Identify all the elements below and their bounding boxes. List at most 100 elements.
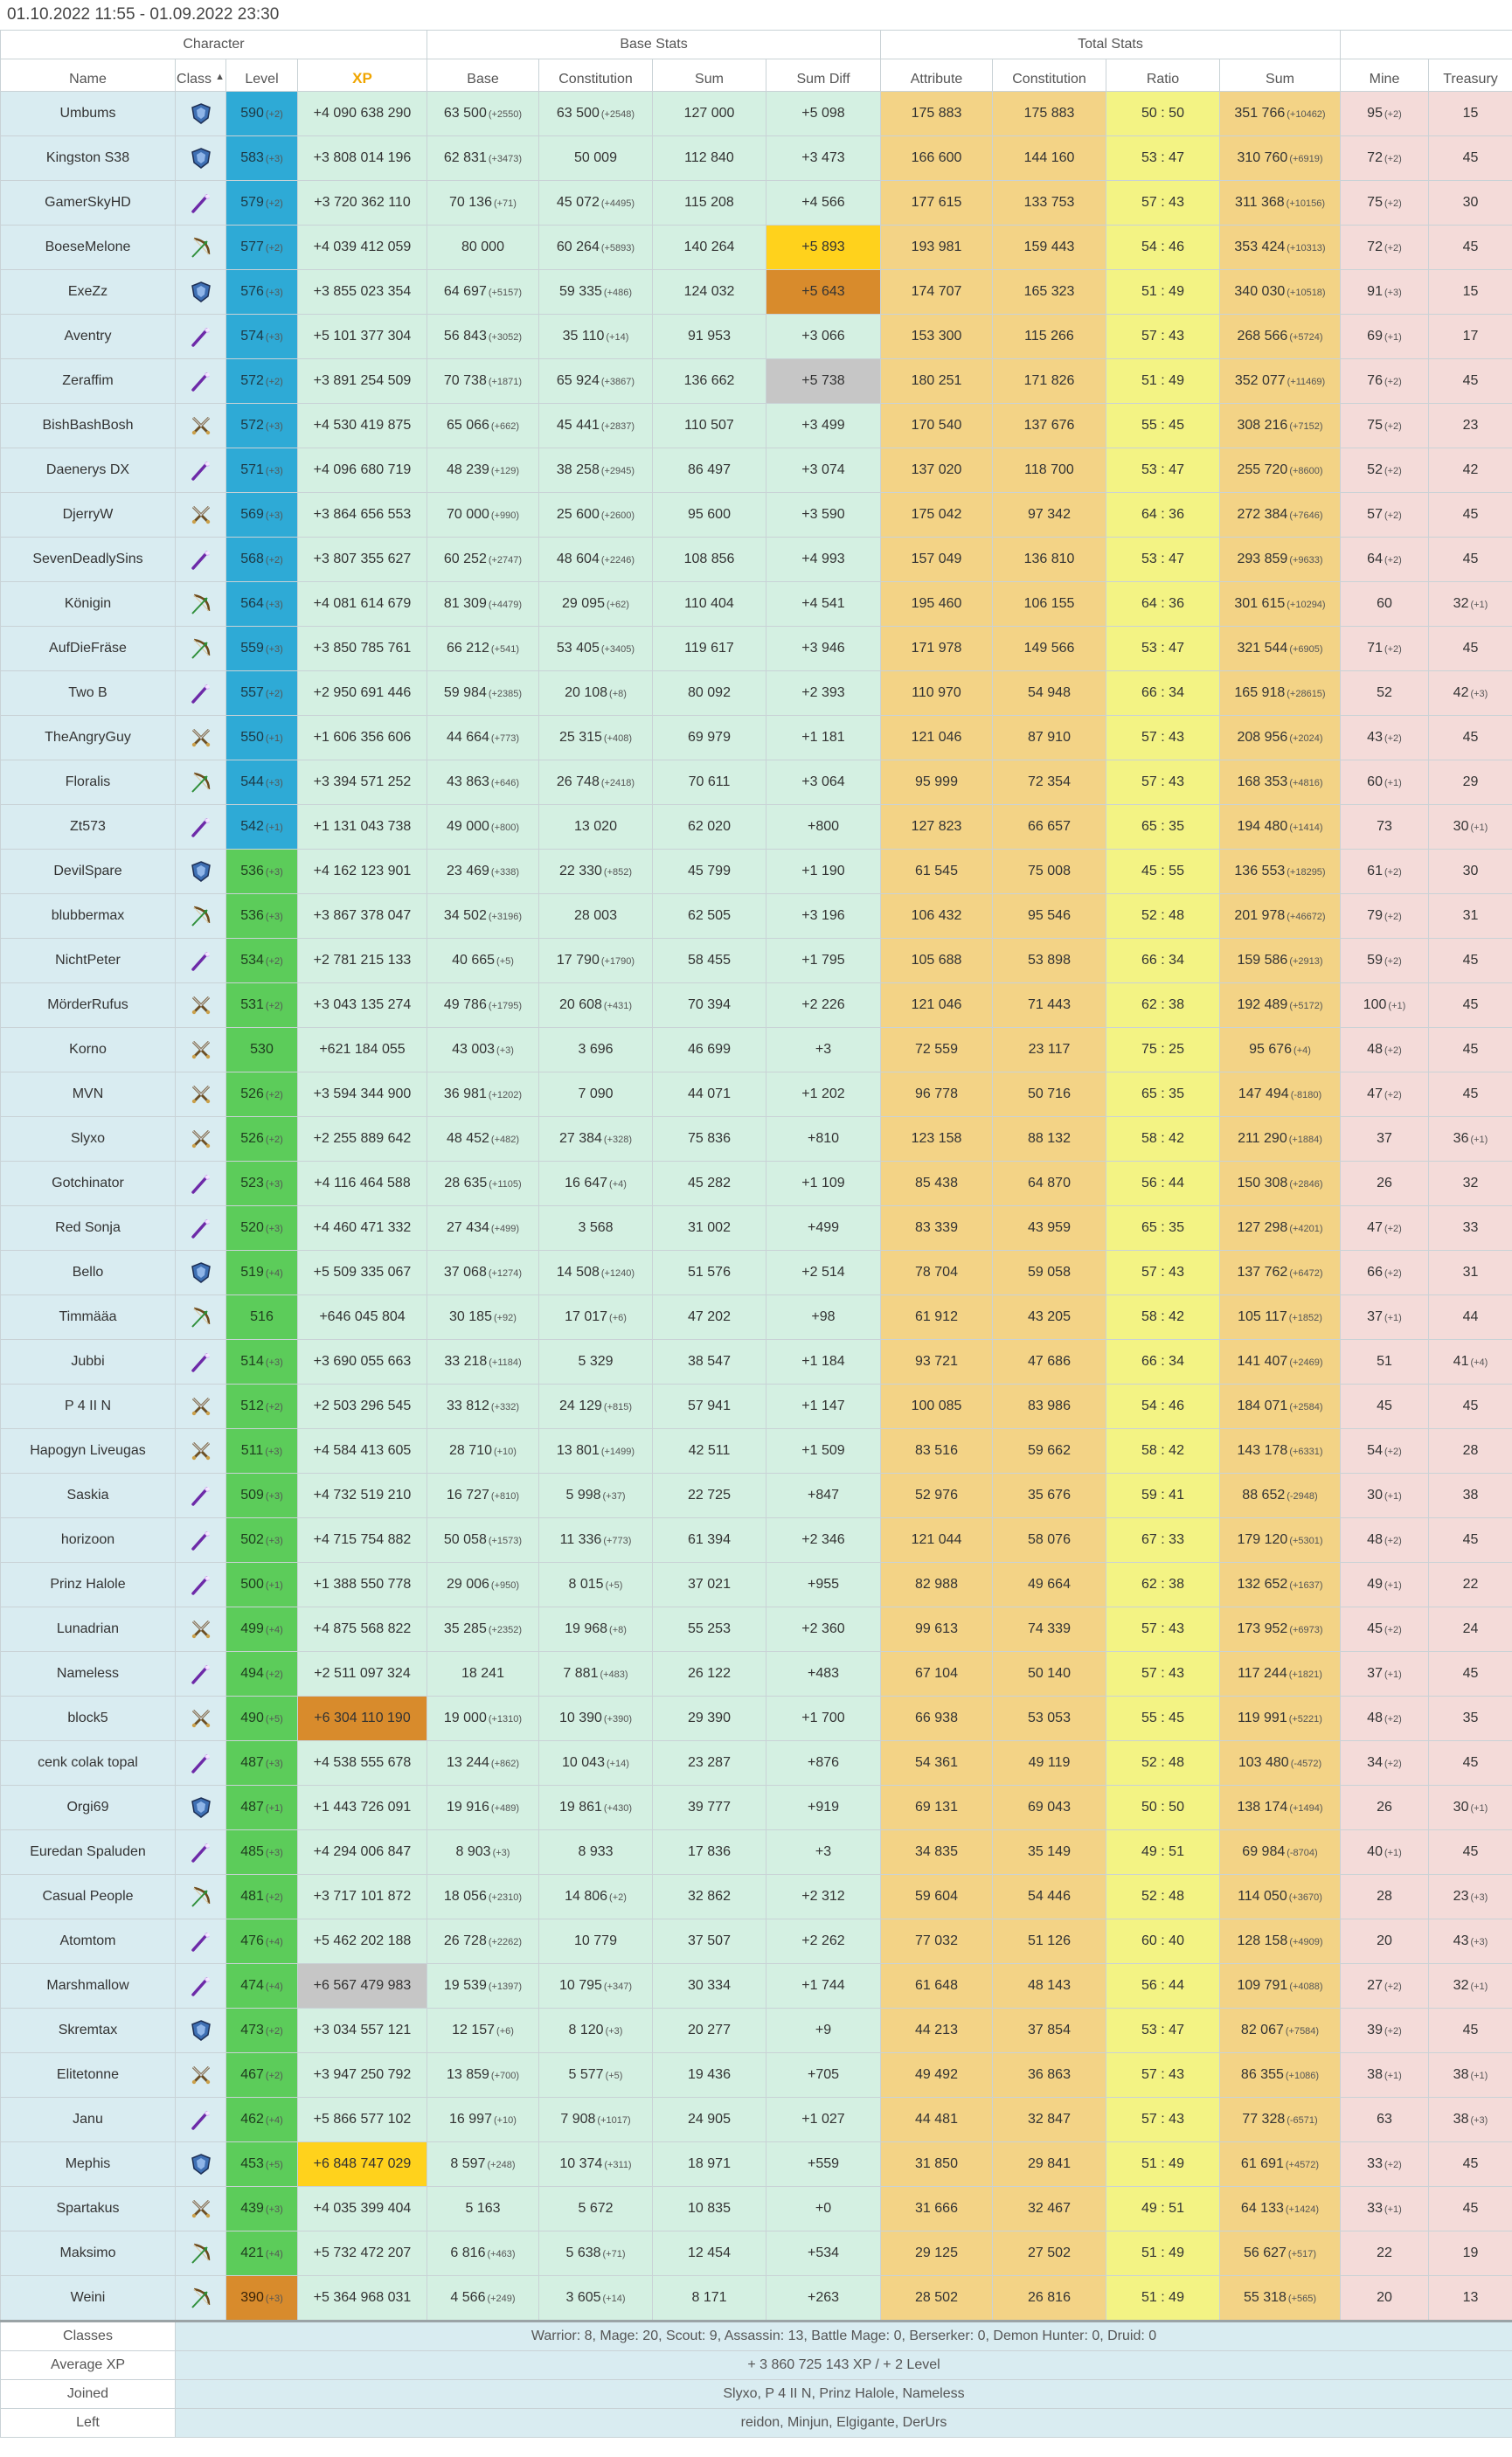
table-row[interactable]: blubbermax 536 (+3) +3 867 378 047 34 502 (+3… xyxy=(0,893,1512,939)
table-row[interactable]: GamerSkyHD 579 (+2) +3 720 362 110 70 136 (+7… xyxy=(0,180,1512,226)
table-row[interactable]: Red Sonja 520 (+3) +4 460 471 332 27 434 (+49… xyxy=(0,1205,1512,1251)
name-cell[interactable]: NichtPeter xyxy=(0,938,176,983)
col-level[interactable]: Level xyxy=(225,59,298,92)
name-cell[interactable]: Elitetonne xyxy=(0,2052,176,2098)
name-cell[interactable]: MVN xyxy=(0,1072,176,1117)
name-cell[interactable]: Saskia xyxy=(0,1473,176,1518)
name-cell[interactable]: BishBashBosh xyxy=(0,403,176,448)
col-sum-diff[interactable]: Sum Diff xyxy=(766,59,881,92)
name-cell[interactable]: Gotchinator xyxy=(0,1161,176,1206)
table-row[interactable]: Nameless 494 (+2) +2 511 097 324 18 241 7 881… xyxy=(0,1651,1512,1697)
table-row[interactable]: DjerryW 569 (+3) +3 864 656 553 70 000 (+990)… xyxy=(0,492,1512,538)
table-row[interactable]: Timmääa 516 +646 045 804 30 185 (+92) 17 017(… xyxy=(0,1294,1512,1340)
name-cell[interactable]: Prinz Halole xyxy=(0,1562,176,1607)
col-class[interactable]: Class ▲ xyxy=(175,59,226,92)
table-row[interactable]: SevenDeadlySins 568 (+2) +3 807 355 627 60 2… xyxy=(0,537,1512,582)
col-attribute[interactable]: Attribute xyxy=(880,59,993,92)
table-row[interactable]: Spartakus 439 (+3) +4 035 399 404 5 163 5 672… xyxy=(0,2186,1512,2231)
name-cell[interactable]: Korno xyxy=(0,1027,176,1072)
name-cell[interactable]: Zt573 xyxy=(0,804,176,850)
col-total-sum[interactable]: Sum xyxy=(1218,59,1342,92)
name-cell[interactable]: Timmääa xyxy=(0,1294,176,1340)
table-row[interactable]: cenk colak topal 487 (+3) +4 538 555 678 13 … xyxy=(0,1740,1512,1786)
table-row[interactable]: Janu 462 (+4) +5 866 577 102 16 997 (+10) 7 90… xyxy=(0,2097,1512,2142)
col-sum[interactable]: Sum xyxy=(652,59,766,92)
table-row[interactable]: Weini 390 (+3) +5 364 968 031 4 566 (+249) 3 6… xyxy=(0,2275,1512,2322)
table-row[interactable]: Euredan Spaluden 485 (+3) +4 294 006 847 8 9… xyxy=(0,1829,1512,1875)
name-cell[interactable]: P 4 II N xyxy=(0,1384,176,1429)
name-cell[interactable]: cenk colak topal xyxy=(0,1740,176,1786)
name-cell[interactable]: Weini xyxy=(0,2275,176,2322)
table-row[interactable]: Casual People 481 (+2) +3 717 101 872 18 056… xyxy=(0,1874,1512,1919)
name-cell[interactable]: Umbums xyxy=(0,91,176,136)
name-cell[interactable]: Hapogyn Liveugas xyxy=(0,1428,176,1474)
table-row[interactable]: BishBashBosh 572 (+3) +4 530 419 875 65 066(… xyxy=(0,403,1512,448)
table-row[interactable]: Saskia 509 (+3) +4 732 519 210 16 727 (+810) 5… xyxy=(0,1473,1512,1518)
col-constitution[interactable]: Constitution xyxy=(538,59,653,92)
table-row[interactable]: horizoon 502 (+3) +4 715 754 882 50 058 (+157… xyxy=(0,1517,1512,1563)
table-row[interactable]: Two B 557 (+2) +2 950 691 446 59 984 (+2385) 2… xyxy=(0,670,1512,716)
table-row[interactable]: Gotchinator 523 (+3) +4 116 464 588 28 635 (+… xyxy=(0,1161,1512,1206)
name-cell[interactable]: Lunadrian xyxy=(0,1607,176,1652)
table-row[interactable]: Skremtax 473 (+2) +3 034 557 121 12 157 (+6) 8… xyxy=(0,2008,1512,2053)
table-row[interactable]: Zeraffim 572 (+2) +3 891 254 509 70 738 (+187… xyxy=(0,358,1512,404)
name-cell[interactable]: Janu xyxy=(0,2097,176,2142)
col-base[interactable]: Base xyxy=(427,59,539,92)
name-cell[interactable]: BoeseMelone xyxy=(0,225,176,270)
name-cell[interactable]: Bello xyxy=(0,1250,176,1295)
table-row[interactable]: Mephis 453 (+5) +6 848 747 029 8 597 (+248) 10… xyxy=(0,2141,1512,2187)
name-cell[interactable]: Königin xyxy=(0,581,176,627)
name-cell[interactable]: Jubbi xyxy=(0,1339,176,1385)
table-row[interactable]: Kingston S38 583 (+3) +3 808 014 196 62 831(… xyxy=(0,135,1512,181)
name-cell[interactable]: Atomtom xyxy=(0,1919,176,1964)
col-name[interactable]: Name xyxy=(0,59,176,92)
table-row[interactable]: Jubbi 514 (+3) +3 690 055 663 33 218 (+1184) 5… xyxy=(0,1339,1512,1385)
table-row[interactable]: Lunadrian 499 (+4) +4 875 568 822 35 285 (+23… xyxy=(0,1607,1512,1652)
name-cell[interactable]: Maksimo xyxy=(0,2231,176,2276)
table-row[interactable]: Umbums 590 (+2) +4 090 638 290 63 500 (+2550)… xyxy=(0,91,1512,136)
col-ratio[interactable]: Ratio xyxy=(1106,59,1220,92)
table-row[interactable]: Elitetonne 467 (+2) +3 947 250 792 13 859 (+7… xyxy=(0,2052,1512,2098)
name-cell[interactable]: TheAngryGuy xyxy=(0,715,176,760)
name-cell[interactable]: Orgi69 xyxy=(0,1785,176,1830)
name-cell[interactable]: Euredan Spaluden xyxy=(0,1829,176,1875)
name-cell[interactable]: SevenDeadlySins xyxy=(0,537,176,582)
table-row[interactable]: Korno 530 +621 184 055 43 003 (+3) 3 696 46 69… xyxy=(0,1027,1512,1072)
name-cell[interactable]: Spartakus xyxy=(0,2186,176,2231)
name-cell[interactable]: Casual People xyxy=(0,1874,176,1919)
col-total-constitution[interactable]: Constitution xyxy=(992,59,1106,92)
table-row[interactable]: Marshmallow 474 (+4) +6 567 479 983 19 539 (+… xyxy=(0,1963,1512,2009)
table-row[interactable]: Aventry 574 (+3) +5 101 377 304 56 843 (+3052… xyxy=(0,314,1512,359)
name-cell[interactable]: MörderRufus xyxy=(0,982,176,1028)
table-row[interactable]: Slyxo 526 (+2) +2 255 889 642 48 452 (+482) 27… xyxy=(0,1116,1512,1162)
name-cell[interactable]: Zeraffim xyxy=(0,358,176,404)
table-row[interactable]: TheAngryGuy 550 (+1) +1 606 356 606 44 664 (+… xyxy=(0,715,1512,760)
col-treasury[interactable]: Treasury xyxy=(1428,59,1512,92)
table-row[interactable]: Königin 564 (+3) +4 081 614 679 81 309 (+4479… xyxy=(0,581,1512,627)
name-cell[interactable]: block5 xyxy=(0,1696,176,1741)
table-row[interactable]: block5 490 (+5) +6 304 110 190 19 000 (+1310)… xyxy=(0,1696,1512,1741)
table-row[interactable]: AufDieFräse 559 (+3) +3 850 785 761 66 212 (+… xyxy=(0,626,1512,671)
table-row[interactable]: BoeseMelone 577 (+2) +4 039 412 059 80 000 60… xyxy=(0,225,1512,270)
name-cell[interactable]: ExeZz xyxy=(0,269,176,315)
name-cell[interactable]: AufDieFräse xyxy=(0,626,176,671)
table-row[interactable]: Maksimo 421 (+4) +5 732 472 207 6 816 (+463) 5… xyxy=(0,2231,1512,2276)
table-row[interactable]: MörderRufus 531 (+2) +3 043 135 274 49 786 (+… xyxy=(0,982,1512,1028)
table-row[interactable]: Atomtom 476 (+4) +5 462 202 188 26 728 (+2262… xyxy=(0,1919,1512,1964)
table-row[interactable]: Orgi69 487 (+1) +1 443 726 091 19 916 (+489) 1… xyxy=(0,1785,1512,1830)
table-row[interactable]: Prinz Halole 500 (+1) +1 388 550 778 29 006(… xyxy=(0,1562,1512,1607)
name-cell[interactable]: GamerSkyHD xyxy=(0,180,176,226)
name-cell[interactable]: Two B xyxy=(0,670,176,716)
name-cell[interactable]: Mephis xyxy=(0,2141,176,2187)
name-cell[interactable]: Marshmallow xyxy=(0,1963,176,2009)
name-cell[interactable]: Slyxo xyxy=(0,1116,176,1162)
name-cell[interactable]: Kingston S38 xyxy=(0,135,176,181)
name-cell[interactable]: blubbermax xyxy=(0,893,176,939)
table-row[interactable]: DevilSpare 536 (+3) +4 162 123 901 23 469 (+3… xyxy=(0,849,1512,894)
table-row[interactable]: MVN 526 (+2) +3 594 344 900 36 981 (+1202) 7 0… xyxy=(0,1072,1512,1117)
name-cell[interactable]: DjerryW xyxy=(0,492,176,538)
table-row[interactable]: Floralis 544 (+3) +3 394 571 252 43 863 (+646… xyxy=(0,760,1512,805)
name-cell[interactable]: horizoon xyxy=(0,1517,176,1563)
table-row[interactable]: NichtPeter 534 (+2) +2 781 215 133 40 665 (+5… xyxy=(0,938,1512,983)
name-cell[interactable]: Floralis xyxy=(0,760,176,805)
